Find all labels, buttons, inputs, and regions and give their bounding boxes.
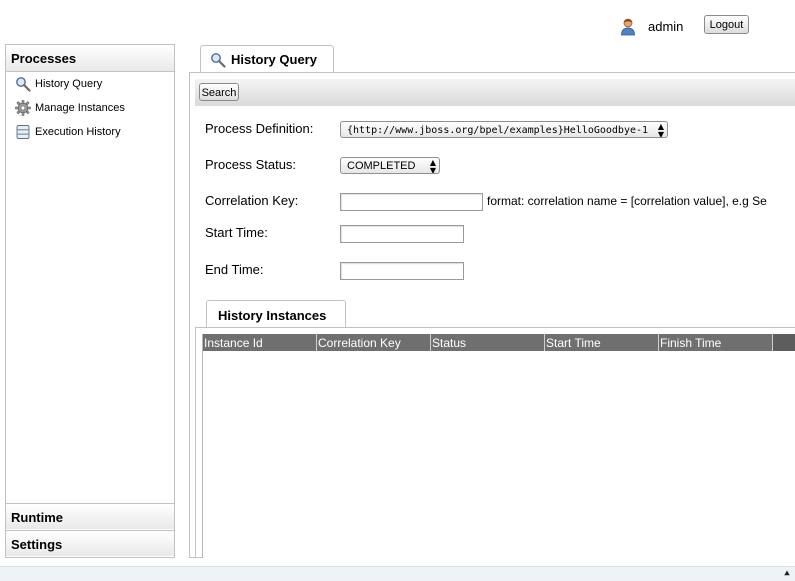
end-time-input[interactable] xyxy=(340,262,464,280)
user-icon xyxy=(621,18,635,36)
tab-history-instances[interactable]: History Instances xyxy=(206,300,346,328)
process-status-select[interactable]: COMPLETED ▲ ▼ xyxy=(340,157,440,174)
correlation-key-input[interactable] xyxy=(340,193,483,211)
history-query-panel: Search Process Definition: {http://www.j… xyxy=(189,72,795,558)
column-header-status[interactable]: Status xyxy=(431,334,545,351)
logout-button[interactable]: Logout xyxy=(704,15,749,34)
start-time-label: Start Time: xyxy=(205,225,268,240)
collapse-up-icon[interactable]: ⯅ xyxy=(783,569,791,580)
correlation-key-label: Correlation Key: xyxy=(205,193,299,208)
sidebar: Processes History Query Manage Instances xyxy=(5,44,175,558)
process-status-label: Process Status: xyxy=(205,157,297,172)
end-time-label: End Time: xyxy=(205,262,264,277)
correlation-format-hint: format: correlation name = [correlation … xyxy=(487,194,767,208)
table-header: Instance Id Correlation Key Status Start… xyxy=(203,334,795,351)
search-button[interactable]: Search xyxy=(199,83,239,101)
history-instances-table: Instance Id Correlation Key Status Start… xyxy=(202,334,795,558)
select-arrows-icon: ▲ ▼ xyxy=(657,122,664,138)
database-icon xyxy=(16,125,30,139)
status-footer: ⯅ xyxy=(0,566,795,581)
process-definition-select[interactable]: {http://www.jboss.org/bpel/examples}Hell… xyxy=(340,121,668,138)
process-status-value: COMPLETED xyxy=(347,160,416,172)
column-header-instance-id[interactable]: Instance Id xyxy=(203,334,317,351)
column-header-spacer xyxy=(773,334,795,351)
sidebar-item-manage-instances[interactable]: Manage Instances xyxy=(6,96,174,120)
sidebar-item-label: Execution History xyxy=(35,126,121,138)
sidebar-item-execution-history[interactable]: Execution History xyxy=(6,120,174,144)
column-header-correlation-key[interactable]: Correlation Key xyxy=(317,334,431,351)
history-instances-panel: Instance Id Correlation Key Status Start… xyxy=(195,327,795,558)
start-time-input[interactable] xyxy=(340,225,464,243)
column-header-start-time[interactable]: Start Time xyxy=(545,334,659,351)
magnifier-icon xyxy=(16,77,31,92)
tab-label: History Query xyxy=(231,52,317,67)
gear-icon xyxy=(15,100,31,116)
sidebar-item-history-query[interactable]: History Query xyxy=(6,72,174,96)
select-arrows-icon: ▲ ▼ xyxy=(429,158,436,174)
magnifier-icon xyxy=(211,52,226,68)
process-definition-label: Process Definition: xyxy=(205,121,314,136)
username-label: admin xyxy=(648,19,684,34)
column-header-finish-time[interactable]: Finish Time xyxy=(659,334,773,351)
tab-history-query[interactable]: History Query xyxy=(200,45,334,73)
sidebar-item-label: History Query xyxy=(35,78,103,90)
process-definition-value: {http://www.jboss.org/bpel/examples}Hell… xyxy=(347,125,649,136)
sidebar-section-settings[interactable]: Settings xyxy=(6,530,174,556)
toolbar: Search xyxy=(195,79,795,106)
sidebar-title[interactable]: Processes xyxy=(6,45,174,72)
sidebar-item-label: Manage Instances xyxy=(35,102,125,114)
sidebar-section-runtime[interactable]: Runtime xyxy=(6,503,174,529)
